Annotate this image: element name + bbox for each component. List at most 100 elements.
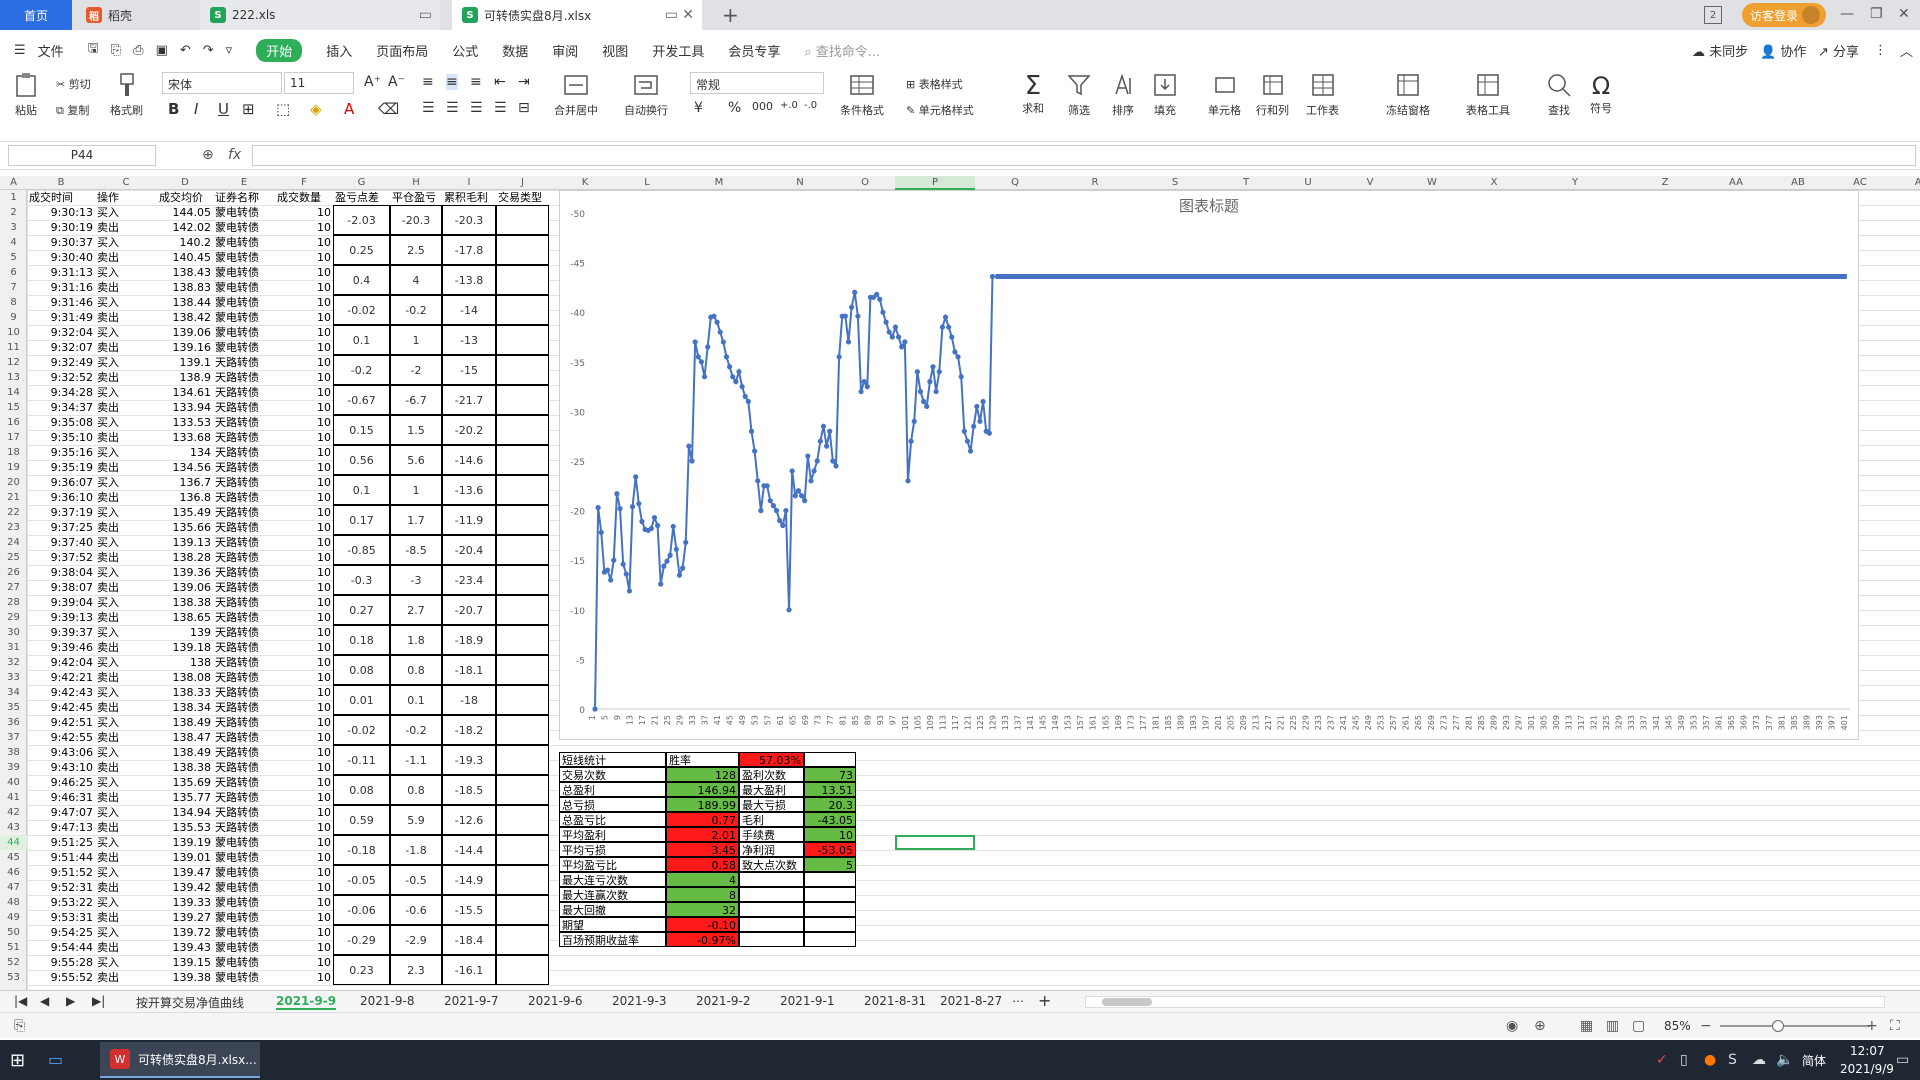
font-size-select[interactable]: 11 xyxy=(284,72,354,94)
column-header-Q[interactable]: Q xyxy=(975,176,1055,190)
row-header-13[interactable]: 13 xyxy=(0,370,27,385)
copy-button[interactable]: ⧉ 复制 xyxy=(56,102,89,118)
currency-icon[interactable]: ¥ xyxy=(694,100,703,116)
zoom-out-icon[interactable]: − xyxy=(1700,1018,1712,1034)
tab-daoke[interactable]: 稻稻壳 xyxy=(76,0,196,30)
row-header-26[interactable]: 26 xyxy=(0,565,27,580)
font-color-icon[interactable]: A xyxy=(344,100,354,118)
preview-icon[interactable]: ▣ xyxy=(156,43,168,58)
row-header-6[interactable]: 6 xyxy=(0,265,27,280)
row-header-30[interactable]: 30 xyxy=(0,625,27,640)
clock-date[interactable]: 2021/9/9 xyxy=(1840,1062,1894,1076)
last-sheet-icon[interactable]: ▶| xyxy=(92,994,105,1008)
underline-icon[interactable]: U xyxy=(218,100,229,118)
row-header-27[interactable]: 27 xyxy=(0,580,27,595)
align-center-icon[interactable]: ☰ xyxy=(446,100,459,116)
table-style-button[interactable]: ⊞ 表格样式 xyxy=(906,76,963,92)
notification-icon[interactable]: ▭ xyxy=(1896,1052,1909,1068)
more-icon[interactable]: ⋮ xyxy=(1874,43,1887,58)
font-name-select[interactable]: 宋体 xyxy=(162,72,282,94)
row-header-25[interactable]: 25 xyxy=(0,550,27,565)
column-header-X[interactable]: X xyxy=(1463,176,1525,190)
menu-dev[interactable]: 开发工具 xyxy=(652,41,704,60)
row-header-7[interactable]: 7 xyxy=(0,280,27,295)
formula-input[interactable] xyxy=(252,145,1916,166)
row-header-39[interactable]: 39 xyxy=(0,760,27,775)
next-sheet-icon[interactable]: ▶ xyxy=(66,994,75,1008)
column-header-D[interactable]: D xyxy=(157,176,213,190)
align-bottom-icon[interactable]: ≡ xyxy=(470,74,482,90)
prev-sheet-icon[interactable]: ◀ xyxy=(40,994,49,1008)
layout-icon[interactable]: 2 xyxy=(1704,6,1722,24)
row-header-51[interactable]: 51 xyxy=(0,940,27,955)
menu-file[interactable]: 文件 xyxy=(38,41,64,60)
line-chart[interactable]: 图表标题 0 -5 -10 -15 -20 -25 -30 -35 -40 -45 -50 1 5 9 13… xyxy=(559,190,1859,740)
column-header-O[interactable]: O xyxy=(835,176,895,190)
fill-button[interactable]: 填充 xyxy=(1152,72,1178,118)
sheet-tab[interactable]: 2021-8-31 xyxy=(864,994,926,1008)
command-search[interactable]: ⌕ 查找命令... xyxy=(804,41,880,60)
row-header-5[interactable]: 5 xyxy=(0,250,27,265)
column-header-P[interactable]: P xyxy=(895,176,975,190)
cond-format-button[interactable]: 条件格式 xyxy=(840,72,884,118)
zoom-formula-icon[interactable]: ⊕ xyxy=(202,147,214,163)
windows-start-icon[interactable]: ⊞ xyxy=(10,1050,25,1071)
row-header-52[interactable]: 52 xyxy=(0,955,27,970)
row-header-38[interactable]: 38 xyxy=(0,745,27,760)
sheet-tab[interactable]: 按开算交易净值曲线 xyxy=(136,994,244,1011)
merge-button[interactable]: 合并居中 xyxy=(554,72,598,118)
table-tools-button[interactable]: 表格工具 xyxy=(1466,72,1510,118)
row-header-23[interactable]: 23 xyxy=(0,520,27,535)
collab-button[interactable]: 👤 协作 xyxy=(1760,41,1806,60)
tab-home[interactable]: 首页 xyxy=(0,0,72,30)
zoom-level[interactable]: 85% xyxy=(1664,1019,1691,1033)
menu-member[interactable]: 会员专享 xyxy=(728,41,780,60)
column-header-B[interactable]: B xyxy=(27,176,95,190)
row-header-11[interactable]: 11 xyxy=(0,340,27,355)
row-header-21[interactable]: 21 xyxy=(0,490,27,505)
menu-formula[interactable]: 公式 xyxy=(452,41,478,60)
align-top-icon[interactable]: ≡ xyxy=(422,74,434,90)
sort-button[interactable]: 排序 xyxy=(1110,72,1136,118)
font-grow-icon[interactable]: A⁺ xyxy=(364,74,381,90)
column-header-I[interactable]: I xyxy=(442,176,496,190)
page-view-icon[interactable]: ▥ xyxy=(1606,1018,1619,1034)
cell-style-button[interactable]: ✎ 单元格样式 xyxy=(906,102,974,118)
row-header-45[interactable]: 45 xyxy=(0,850,27,865)
desktop-icon[interactable]: ▭ xyxy=(48,1050,63,1069)
sheet-tab[interactable]: 2021-8-27 xyxy=(940,994,1002,1008)
row-header-4[interactable]: 4 xyxy=(0,235,27,250)
menu-data[interactable]: 数据 xyxy=(502,41,528,60)
zoom-slider[interactable] xyxy=(1720,1020,1870,1032)
clock-time[interactable]: 12:07 xyxy=(1850,1044,1885,1058)
column-header-AB[interactable]: AB xyxy=(1767,176,1829,190)
sheet-button[interactable]: 工作表 xyxy=(1306,72,1339,118)
row-header-14[interactable]: 14 xyxy=(0,385,27,400)
align-right-icon[interactable]: ☰ xyxy=(470,100,483,116)
row-header-19[interactable]: 19 xyxy=(0,460,27,475)
row-header-33[interactable]: 33 xyxy=(0,670,27,685)
thousands-icon[interactable]: 000 xyxy=(752,100,773,113)
sheet-tab[interactable]: 2021-9-7 xyxy=(444,994,498,1008)
column-header-C[interactable]: C xyxy=(95,176,157,190)
column-header-K[interactable]: K xyxy=(549,176,621,190)
usb-icon[interactable]: ▯ xyxy=(1680,1052,1688,1068)
window-close-icon[interactable]: ✕ xyxy=(1898,6,1910,22)
align-left-icon[interactable]: ☰ xyxy=(422,100,435,116)
row-header-24[interactable]: 24 xyxy=(0,535,27,550)
row-header-46[interactable]: 46 xyxy=(0,865,27,880)
column-header-R[interactable]: R xyxy=(1055,176,1135,190)
row-header-37[interactable]: 37 xyxy=(0,730,27,745)
tab-pin-icon[interactable]: ▭ xyxy=(419,7,432,23)
undo-icon[interactable]: ↶ xyxy=(180,43,191,58)
new-tab-button[interactable]: + xyxy=(712,0,749,30)
menu-start[interactable]: 开始 xyxy=(256,38,303,62)
tab-pin-icon[interactable]: ▭ xyxy=(665,7,678,23)
row-header-48[interactable]: 48 xyxy=(0,895,27,910)
decimal-increase-icon[interactable]: +.0 xyxy=(780,100,798,111)
row-header-43[interactable]: 43 xyxy=(0,820,27,835)
row-header-36[interactable]: 36 xyxy=(0,715,27,730)
eye-icon[interactable]: ◉ xyxy=(1506,1018,1518,1034)
row-header-49[interactable]: 49 xyxy=(0,910,27,925)
menu-layout[interactable]: 页面布局 xyxy=(376,41,428,60)
